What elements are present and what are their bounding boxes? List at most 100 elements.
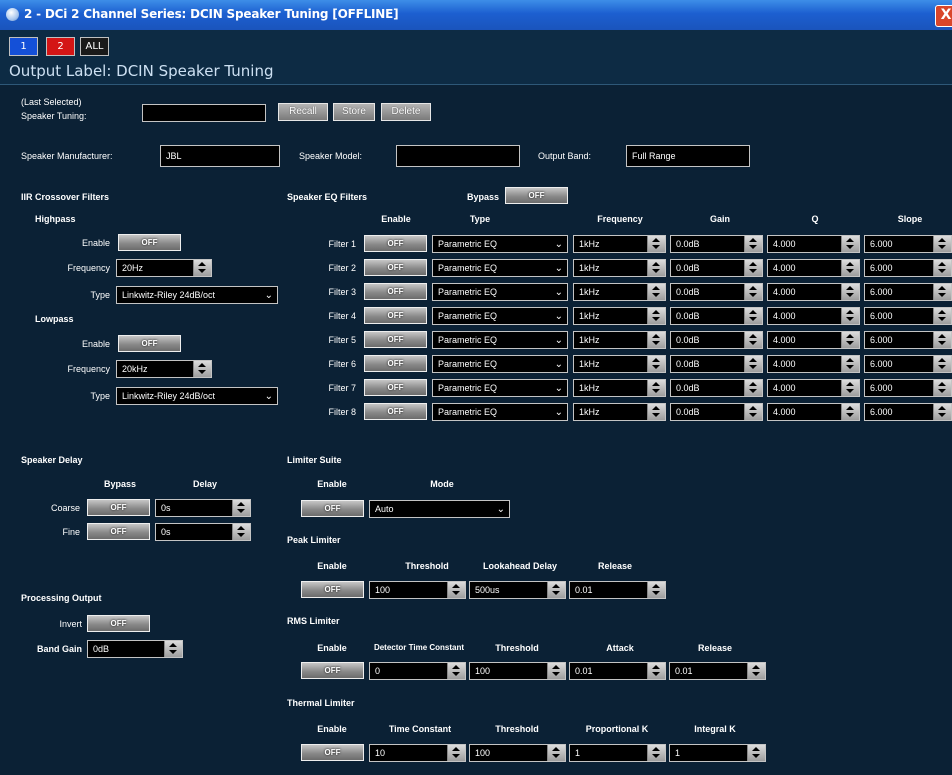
delete-button[interactable]: Delete xyxy=(381,103,431,121)
spin-arrows-icon[interactable] xyxy=(744,332,762,348)
spin-arrows-icon[interactable] xyxy=(933,332,951,348)
thermal-time-spinner[interactable]: 10 xyxy=(369,744,466,762)
thermal-prop-spinner[interactable]: 1 xyxy=(569,744,666,762)
filter-slope-spinner[interactable]: 6.000 xyxy=(864,403,952,421)
highpass-enable-toggle[interactable]: OFF xyxy=(118,234,181,251)
limiter-mode-select[interactable]: Auto ⌄ xyxy=(369,500,510,518)
highpass-type-select[interactable]: Linkwitz-Riley 24dB/oct ⌄ xyxy=(116,286,278,304)
filter-gain-spinner[interactable]: 0.0dB xyxy=(670,283,763,301)
rms-attack-spinner[interactable]: 0.01 xyxy=(569,662,666,680)
filter-frequency-spinner[interactable]: 1kHz xyxy=(573,283,666,301)
filter-frequency-spinner[interactable]: 1kHz xyxy=(573,331,666,349)
peak-threshold-spinner[interactable]: 100 xyxy=(369,581,466,599)
close-button[interactable]: X xyxy=(935,5,952,27)
peak-release-spinner[interactable]: 0.01 xyxy=(569,581,666,599)
spin-arrows-icon[interactable] xyxy=(744,380,762,396)
filter-slope-spinner[interactable]: 6.000 xyxy=(864,307,952,325)
spin-arrows-icon[interactable] xyxy=(841,404,859,420)
filter-type-select[interactable]: Parametric EQ ⌄ xyxy=(432,307,568,325)
spin-arrows-icon[interactable] xyxy=(647,380,665,396)
filter-slope-spinner[interactable]: 6.000 xyxy=(864,235,952,253)
filter-frequency-spinner[interactable]: 1kHz xyxy=(573,259,666,277)
filter-enable-toggle[interactable]: OFF xyxy=(364,355,427,372)
spin-arrows-icon[interactable] xyxy=(647,356,665,372)
filter-slope-spinner[interactable]: 6.000 xyxy=(864,355,952,373)
spin-arrows-icon[interactable] xyxy=(744,356,762,372)
spin-arrows-icon[interactable] xyxy=(933,284,951,300)
filter-type-select[interactable]: Parametric EQ ⌄ xyxy=(432,235,568,253)
spin-arrows-icon[interactable] xyxy=(933,236,951,252)
spin-arrows-icon[interactable] xyxy=(841,380,859,396)
spin-arrows-icon[interactable] xyxy=(647,582,665,598)
spin-arrows-icon[interactable] xyxy=(933,260,951,276)
spin-arrows-icon[interactable] xyxy=(841,356,859,372)
filter-slope-spinner[interactable]: 6.000 xyxy=(864,379,952,397)
coarse-delay-spinner[interactable]: 0s xyxy=(155,499,251,517)
spin-arrows-icon[interactable] xyxy=(232,524,250,540)
spin-arrows-icon[interactable] xyxy=(647,308,665,324)
filter-frequency-spinner[interactable]: 1kHz xyxy=(573,355,666,373)
filter-q-spinner[interactable]: 4.000 xyxy=(767,259,860,277)
filter-frequency-spinner[interactable]: 1kHz xyxy=(573,307,666,325)
filter-frequency-spinner[interactable]: 1kHz xyxy=(573,379,666,397)
rms-detector-spinner[interactable]: 0 xyxy=(369,662,466,680)
filter-q-spinner[interactable]: 4.000 xyxy=(767,307,860,325)
spin-arrows-icon[interactable] xyxy=(933,308,951,324)
spin-arrows-icon[interactable] xyxy=(647,745,665,761)
highpass-frequency-spinner[interactable]: 20Hz xyxy=(116,259,212,277)
band-field[interactable]: Full Range xyxy=(626,145,750,167)
filter-gain-spinner[interactable]: 0.0dB xyxy=(670,403,763,421)
lowpass-frequency-spinner[interactable]: 20kHz xyxy=(116,360,212,378)
fine-delay-spinner[interactable]: 0s xyxy=(155,523,251,541)
spin-arrows-icon[interactable] xyxy=(164,641,182,657)
spin-arrows-icon[interactable] xyxy=(547,582,565,598)
spin-arrows-icon[interactable] xyxy=(547,745,565,761)
spin-arrows-icon[interactable] xyxy=(933,356,951,372)
channel-tab-all[interactable]: ALL xyxy=(80,37,109,56)
speaker-tuning-field[interactable] xyxy=(142,104,266,122)
filter-enable-toggle[interactable]: OFF xyxy=(364,307,427,324)
filter-q-spinner[interactable]: 4.000 xyxy=(767,283,860,301)
filter-q-spinner[interactable]: 4.000 xyxy=(767,355,860,373)
spin-arrows-icon[interactable] xyxy=(841,308,859,324)
manufacturer-field[interactable]: JBL xyxy=(160,145,280,167)
filter-gain-spinner[interactable]: 0.0dB xyxy=(670,307,763,325)
filter-type-select[interactable]: Parametric EQ ⌄ xyxy=(432,331,568,349)
filter-gain-spinner[interactable]: 0.0dB xyxy=(670,355,763,373)
spin-arrows-icon[interactable] xyxy=(547,663,565,679)
spin-arrows-icon[interactable] xyxy=(841,236,859,252)
rms-release-spinner[interactable]: 0.01 xyxy=(669,662,766,680)
lowpass-type-select[interactable]: Linkwitz-Riley 24dB/oct ⌄ xyxy=(116,387,278,405)
filter-frequency-spinner[interactable]: 1kHz xyxy=(573,235,666,253)
filter-type-select[interactable]: Parametric EQ ⌄ xyxy=(432,355,568,373)
filter-slope-spinner[interactable]: 6.000 xyxy=(864,331,952,349)
recall-button[interactable]: Recall xyxy=(278,103,328,121)
filter-slope-spinner[interactable]: 6.000 xyxy=(864,283,952,301)
filter-q-spinner[interactable]: 4.000 xyxy=(767,235,860,253)
spin-arrows-icon[interactable] xyxy=(744,260,762,276)
spin-arrows-icon[interactable] xyxy=(193,260,211,276)
spin-arrows-icon[interactable] xyxy=(933,380,951,396)
lowpass-enable-toggle[interactable]: OFF xyxy=(118,335,181,352)
filter-q-spinner[interactable]: 4.000 xyxy=(767,331,860,349)
filter-q-spinner[interactable]: 4.000 xyxy=(767,379,860,397)
filter-gain-spinner[interactable]: 0.0dB xyxy=(670,331,763,349)
peak-enable-toggle[interactable]: OFF xyxy=(301,581,364,598)
filter-enable-toggle[interactable]: OFF xyxy=(364,403,427,420)
filter-q-spinner[interactable]: 4.000 xyxy=(767,403,860,421)
spin-arrows-icon[interactable] xyxy=(447,663,465,679)
spin-arrows-icon[interactable] xyxy=(647,663,665,679)
filter-enable-toggle[interactable]: OFF xyxy=(364,379,427,396)
filter-enable-toggle[interactable]: OFF xyxy=(364,259,427,276)
eq-bypass-toggle[interactable]: OFF xyxy=(505,187,568,204)
spin-arrows-icon[interactable] xyxy=(744,284,762,300)
filter-gain-spinner[interactable]: 0.0dB xyxy=(670,259,763,277)
spin-arrows-icon[interactable] xyxy=(447,582,465,598)
store-button[interactable]: Store xyxy=(333,103,375,121)
spin-arrows-icon[interactable] xyxy=(744,404,762,420)
spin-arrows-icon[interactable] xyxy=(232,500,250,516)
spin-arrows-icon[interactable] xyxy=(447,745,465,761)
invert-toggle[interactable]: OFF xyxy=(87,615,150,632)
channel-tab-2[interactable]: 2 xyxy=(46,37,75,56)
filter-type-select[interactable]: Parametric EQ ⌄ xyxy=(432,259,568,277)
